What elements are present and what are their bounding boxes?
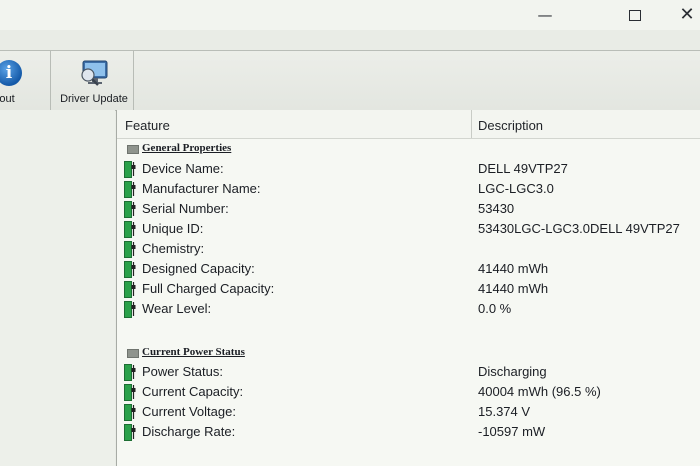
feature-value: DELL 49VTP27 [478,161,568,176]
feature-label: Full Charged Capacity: [142,281,275,296]
battery-icon [124,383,136,401]
toolbar-separator [50,50,51,110]
window-title-bar: — ✕ [0,0,700,30]
driver-update-button[interactable]: Driver Update [54,52,134,108]
battery-icon [124,180,136,198]
column-header-description[interactable]: Description [478,118,543,133]
monitor-update-icon [81,60,108,86]
battery-icon [124,160,136,178]
battery-icon [124,300,136,318]
battery-icon [124,403,136,421]
feature-value: 41440 mWh [478,281,549,296]
list-item[interactable]: Device Name: DELL 49VTP27 [117,159,700,179]
battery-icon [124,220,136,238]
section-header-power-status[interactable]: Current Power Status [117,343,700,363]
minimize-button[interactable]: — [530,4,560,26]
close-icon: ✕ [679,4,695,25]
feature-value: 41440 mWh [478,261,549,276]
feature-label: Unique ID: [142,221,204,236]
list-item[interactable]: Serial Number: 53430 [117,199,700,219]
section-icon [127,349,139,358]
column-divider[interactable] [471,110,472,138]
battery-icon [124,200,136,218]
toolbar-separator [133,50,134,110]
list-item[interactable]: Current Capacity: 40004 mWh (96.5 %) [117,382,700,402]
section-title: General Properties [142,142,232,154]
list-item[interactable]: Discharge Rate: -10597 mW [117,422,700,442]
list-item[interactable]: Wear Level: 0.0 % [117,299,700,319]
feature-value: 53430LGC-LGC3.0DELL 49VTP27 [478,221,680,236]
feature-label: Serial Number: [142,201,229,216]
close-button[interactable]: ✕ [672,4,700,26]
maximize-button[interactable] [620,4,650,26]
feature-label: Designed Capacity: [142,261,255,276]
feature-value: 0.0 % [478,301,512,316]
feature-value: Discharging [478,364,547,379]
feature-value: -10597 mW [478,424,546,439]
about-button[interactable]: i bout [0,52,32,108]
section-header-general[interactable]: General Properties [117,139,700,159]
list-item[interactable]: Full Charged Capacity: 41440 mWh [117,279,700,299]
list-header: Feature Description [117,110,700,139]
feature-label: Current Voltage: [142,404,236,419]
minimize-icon: — [537,6,553,24]
feature-label: Power Status: [142,364,223,379]
feature-label: Current Capacity: [142,384,244,399]
feature-label: Discharge Rate: [142,424,236,439]
feature-value: LGC-LGC3.0 [478,181,554,196]
list-item[interactable]: Chemistry: [117,239,700,259]
about-label: bout [0,93,15,105]
driver-update-label: Driver Update [60,93,128,105]
battery-icon [124,280,136,298]
list-item[interactable]: Power Status: Discharging [117,362,700,382]
feature-value: 53430 [478,201,515,216]
list-item[interactable]: Current Voltage: 15.374 V [117,402,700,422]
info-icon: i [0,60,22,86]
feature-label: Wear Level: [142,301,212,316]
section-title: Current Power Status [142,346,245,358]
list-item[interactable]: Designed Capacity: 41440 mWh [117,259,700,279]
feature-label: Chemistry: [142,241,205,256]
feature-value: 40004 mWh (96.5 %) [478,384,601,399]
left-pane [0,110,115,466]
battery-icon [124,240,136,258]
maximize-icon [629,10,641,21]
feature-label: Manufacturer Name: [142,181,261,196]
list-item[interactable]: Manufacturer Name: LGC-LGC3.0 [117,179,700,199]
battery-icon [124,260,136,278]
battery-info-list: Feature Description General Properties D… [116,110,700,466]
section-icon [127,145,139,154]
feature-value: 15.374 V [478,404,531,419]
battery-icon [124,423,136,441]
feature-label: Device Name: [142,161,224,176]
battery-icon [124,363,136,381]
list-item[interactable]: Unique ID: 53430LGC-LGC3.0DELL 49VTP27 [117,219,700,239]
column-header-feature[interactable]: Feature [125,118,170,133]
